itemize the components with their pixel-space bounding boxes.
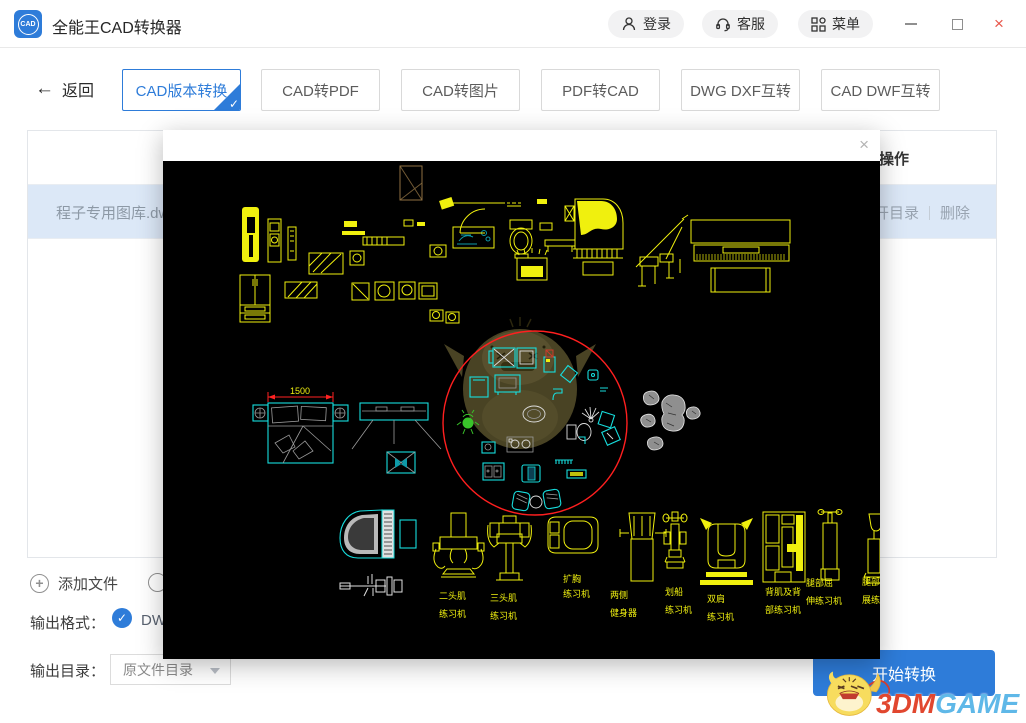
svg-text:腿部屈: 腿部屈: [806, 577, 833, 588]
tab-label: CAD转PDF: [282, 80, 359, 101]
cad-drawing: 1500: [163, 161, 880, 659]
minimize-icon: [905, 23, 917, 25]
back-label: 返回: [62, 77, 94, 101]
3dmgame-watermark: 3DMGAME: [820, 662, 1019, 720]
svg-text:练习机: 练习机: [439, 608, 466, 619]
preview-modal: ×: [163, 130, 880, 659]
cad-stone-blocks: [641, 391, 700, 450]
tab-label: PDF转CAD: [562, 80, 639, 101]
tab-check-icon: ✓: [229, 97, 239, 111]
format-checked-icon[interactable]: ✓: [112, 608, 132, 628]
headset-icon: [715, 16, 731, 32]
title-bar: CAD 全能王CAD转换器 登录 客服 菜单 ×: [0, 0, 1026, 48]
login-label: 登录: [643, 14, 671, 34]
cad-preview-canvas: 1500: [163, 161, 880, 659]
menu-label: 菜单: [832, 14, 860, 34]
cad-bed-block: 1500: [253, 386, 441, 473]
svg-text:双肩: 双肩: [707, 593, 725, 604]
svg-text:扩胸: 扩胸: [563, 573, 581, 584]
tab-label: CAD版本转换: [136, 80, 228, 101]
svg-text:划船: 划船: [665, 586, 683, 597]
svg-text:二头肌: 二头肌: [439, 591, 466, 601]
svg-text:练习机: 练习机: [665, 604, 692, 615]
tab-label: CAD转图片: [422, 80, 499, 101]
svg-text:部练习机: 部练习机: [765, 604, 801, 615]
app-logo-icon: CAD: [14, 10, 42, 38]
tab-pdf-to-cad[interactable]: PDF转CAD: [541, 69, 660, 111]
tab-label: DWG DXF互转: [690, 80, 791, 101]
output-dir-value: 原文件目录: [123, 660, 193, 680]
file-name: 程子专用图库.dwg: [56, 202, 178, 223]
svg-text:练习机: 练习机: [707, 611, 734, 622]
tab-cad-version-convert[interactable]: CAD版本转换 ✓: [122, 69, 241, 111]
user-icon: [621, 16, 637, 32]
svg-text:腿部伸: 腿部伸: [862, 576, 880, 587]
tab-label: CAD DWF互转: [831, 80, 931, 101]
plus-circle-icon: +: [30, 574, 49, 593]
svg-text:练习机: 练习机: [563, 588, 590, 599]
cad-bottom-piano: [340, 510, 416, 558]
cad-piano-blocks: [573, 199, 790, 292]
action-divider: [929, 206, 930, 220]
add-file-button[interactable]: + 添加文件: [30, 573, 118, 594]
output-dir-label: 输出目录：: [30, 660, 105, 681]
cad-white-machine: [340, 574, 402, 596]
cad-dimension-text: 1500: [290, 386, 310, 396]
minimize-button[interactable]: [900, 14, 922, 34]
chevron-down-icon: [210, 668, 220, 674]
back-arrow-icon: ←: [35, 78, 54, 100]
maximize-icon: [952, 19, 963, 30]
back-button[interactable]: ← 返回: [35, 77, 94, 101]
maximize-button[interactable]: [946, 14, 968, 34]
menu-button[interactable]: 菜单: [798, 10, 873, 38]
svg-text:背肌及背: 背肌及背: [765, 586, 801, 597]
svg-text:练习机: 练习机: [490, 610, 517, 621]
brand-text: 3DMGAME: [876, 690, 1019, 718]
svg-text:两侧: 两侧: [610, 589, 628, 600]
tab-cad-to-pdf[interactable]: CAD转PDF: [261, 69, 380, 111]
grid-menu-icon: [811, 17, 826, 32]
close-button[interactable]: ×: [988, 14, 1010, 34]
svg-text:展练习机: 展练习机: [862, 594, 880, 605]
svg-text:三头肌: 三头肌: [490, 593, 517, 603]
delete-link[interactable]: 删除: [940, 202, 970, 223]
tab-dwg-dxf[interactable]: DWG DXF互转: [681, 69, 800, 111]
add-file-label: 添加文件: [58, 573, 118, 594]
modal-close-icon[interactable]: ×: [859, 135, 869, 155]
cad-gym-equipment: [433, 510, 880, 586]
close-icon: ×: [994, 14, 1004, 34]
service-button[interactable]: 客服: [702, 10, 778, 38]
svg-text:健身器: 健身器: [610, 607, 637, 618]
tab-cad-to-image[interactable]: CAD转图片: [401, 69, 520, 111]
login-button[interactable]: 登录: [608, 10, 684, 38]
app-title: 全能王CAD转换器: [52, 14, 182, 38]
output-format-label: 输出格式：: [30, 612, 105, 633]
tab-cad-dwf[interactable]: CAD DWF互转: [821, 69, 940, 111]
cad-appliance-blocks: [240, 166, 575, 323]
service-label: 客服: [737, 14, 765, 34]
svg-text:伸练习机: 伸练习机: [806, 595, 842, 606]
